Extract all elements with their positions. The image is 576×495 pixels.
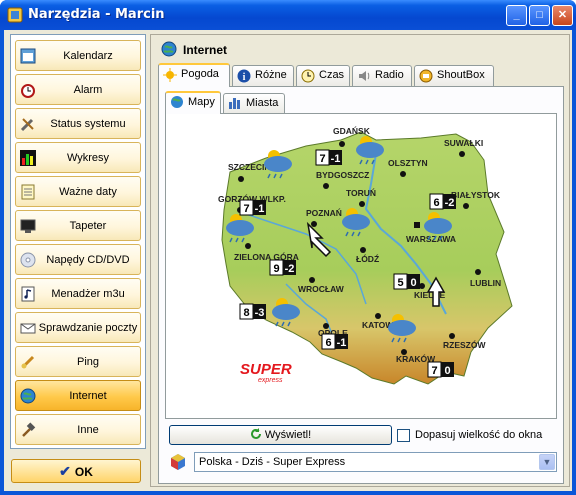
city-torun: TORUŃ [346, 188, 376, 198]
svg-text:express: express [258, 377, 283, 384]
sidebar: Kalendarz Alarm Status systemu Wykresy W… [10, 34, 146, 449]
temp-night: -1 [331, 153, 341, 165]
temp-night: 0 [410, 277, 416, 289]
sun-icon [163, 68, 177, 82]
playlist-icon [21, 286, 35, 302]
globe-icon [161, 41, 177, 57]
temp-day: 5 [397, 277, 403, 289]
sidebar-item-sprawdzanie-poczty[interactable]: Sprawdzanie poczty [15, 312, 141, 343]
sidebar-item-ping[interactable]: Ping [15, 346, 141, 377]
city-lublin: LUBLIN [470, 278, 501, 288]
city-suwalki: SUWAŁKI [444, 138, 483, 148]
temp-day: 6 [433, 197, 439, 209]
city-bydgoszcz: BYDGOSZCZ [316, 170, 369, 180]
temp-night: 0 [444, 365, 450, 377]
tab-rozne[interactable]: i Różne [232, 65, 294, 86]
sidebar-item-wazne-daty[interactable]: Ważne daty [15, 176, 141, 207]
alarm-clock-icon [21, 84, 35, 98]
shoutbox-icon [419, 69, 433, 83]
source-select-row: Polska - Dziś - Super Express ▼ [169, 452, 557, 472]
temp-day: 8 [243, 307, 249, 319]
close-button[interactable]: ✕ [552, 5, 573, 26]
color-cube-icon [171, 454, 185, 470]
sidebar-item-status-systemu[interactable]: Status systemu [15, 108, 141, 139]
page-title: Internet [161, 41, 227, 57]
info-icon: i [237, 69, 251, 83]
hammer-icon [22, 422, 36, 437]
tab-pogoda[interactable]: Pogoda [158, 63, 230, 87]
sidebar-item-internet[interactable]: Internet [15, 380, 141, 411]
show-button[interactable]: Wyświetl! [169, 425, 392, 445]
globe-icon [20, 388, 36, 404]
temp-day: 7 [319, 153, 325, 165]
city-gdansk: GDAŃSK [333, 126, 371, 136]
temp-day: 7 [243, 203, 249, 215]
tab-czas[interactable]: Czas [296, 65, 350, 86]
temp-night: -2 [445, 197, 455, 209]
minimize-button[interactable]: _ [506, 5, 527, 26]
ok-button[interactable]: ✔ OK [11, 459, 141, 483]
super-express-logo: SUPER express [240, 361, 292, 384]
city-warszawa: WARSZAWA [406, 234, 456, 244]
chevron-down-icon[interactable]: ▼ [539, 454, 555, 470]
tools-app-icon [7, 7, 23, 23]
temp-night: -2 [285, 263, 295, 275]
city-olsztyn: OLSZTYN [388, 158, 428, 168]
monitor-icon [20, 219, 36, 233]
svg-text:i: i [243, 72, 246, 83]
sidebar-item-napedy-cd-dvd[interactable]: Napędy CD/DVD [15, 244, 141, 275]
pogoda-tab-panel: Mapy Miasta GDAŃSK SUWAŁKI SZCZECIN OLSZ… [158, 86, 564, 484]
app-window: Narzędzia - Marcin _ □ ✕ Kalendarz Alarm… [0, 0, 576, 495]
sidebar-item-alarm[interactable]: Alarm [15, 74, 141, 105]
source-select[interactable]: Polska - Dziś - Super Express ▼ [194, 452, 557, 472]
window-title: Narzędzia - Marcin [28, 7, 165, 22]
tab-radio[interactable]: Radio [352, 65, 412, 86]
sidebar-item-inne[interactable]: Inne [15, 414, 141, 445]
fit-window-label: Dopasuj wielkość do okna [415, 429, 543, 441]
temp-night: -1 [255, 203, 265, 215]
city-bialystok: BIAŁYSTOK [451, 190, 501, 200]
city-lodz: ŁÓDŹ [356, 253, 379, 264]
temp-night: -1 [337, 337, 347, 349]
ping-icon [21, 355, 35, 369]
poland-weather-map: GDAŃSK SUWAŁKI SZCZECIN OLSZTYN BYDGOSZC… [218, 126, 513, 385]
calendar-icon [20, 48, 36, 64]
city-rzeszow: RZESZÓW [443, 339, 486, 350]
main-panel: Internet Pogoda i Różne Czas Radio Shout… [150, 34, 570, 487]
svg-text:SUPER: SUPER [240, 361, 292, 378]
refresh-icon [250, 428, 261, 439]
sidebar-item-wykresy[interactable]: Wykresy [15, 142, 141, 173]
subtab-mapy[interactable]: Mapy [165, 91, 221, 114]
subtab-miasta[interactable]: Miasta [223, 93, 285, 113]
globe-icon [171, 96, 183, 108]
sidebar-item-tapeter[interactable]: Tapeter [15, 210, 141, 241]
weather-map[interactable]: GDAŃSK SUWAŁKI SZCZECIN OLSZTYN BYDGOSZC… [165, 113, 557, 419]
tools-icon [20, 118, 34, 132]
temp-day: 9 [273, 263, 279, 275]
envelope-icon [20, 323, 36, 334]
cd-icon [20, 252, 36, 268]
city-poznan: POZNAŃ [306, 208, 342, 218]
clock-icon [301, 69, 315, 83]
speaker-icon [359, 71, 370, 81]
title-bar[interactable]: Narzędzia - Marcin _ □ ✕ [0, 0, 576, 30]
checkmark-icon: ✔ [59, 463, 71, 479]
bar-chart-icon [20, 150, 36, 166]
city-wroclaw: WROCŁAW [298, 284, 345, 294]
notepad-icon [21, 184, 35, 200]
bar-chart-icon [229, 98, 240, 109]
sidebar-item-kalendarz[interactable]: Kalendarz [15, 40, 141, 71]
temp-night: -3 [255, 307, 265, 319]
temp-day: 6 [325, 337, 331, 349]
temp-day: 7 [431, 365, 437, 377]
fit-window-checkbox[interactable] [397, 429, 410, 442]
window-client: Kalendarz Alarm Status systemu Wykresy W… [4, 30, 572, 491]
tab-shoutbox[interactable]: ShoutBox [414, 65, 494, 86]
sidebar-item-menadzer-m3u[interactable]: Menadżer m3u [15, 278, 141, 309]
maximize-button[interactable]: □ [529, 5, 550, 26]
